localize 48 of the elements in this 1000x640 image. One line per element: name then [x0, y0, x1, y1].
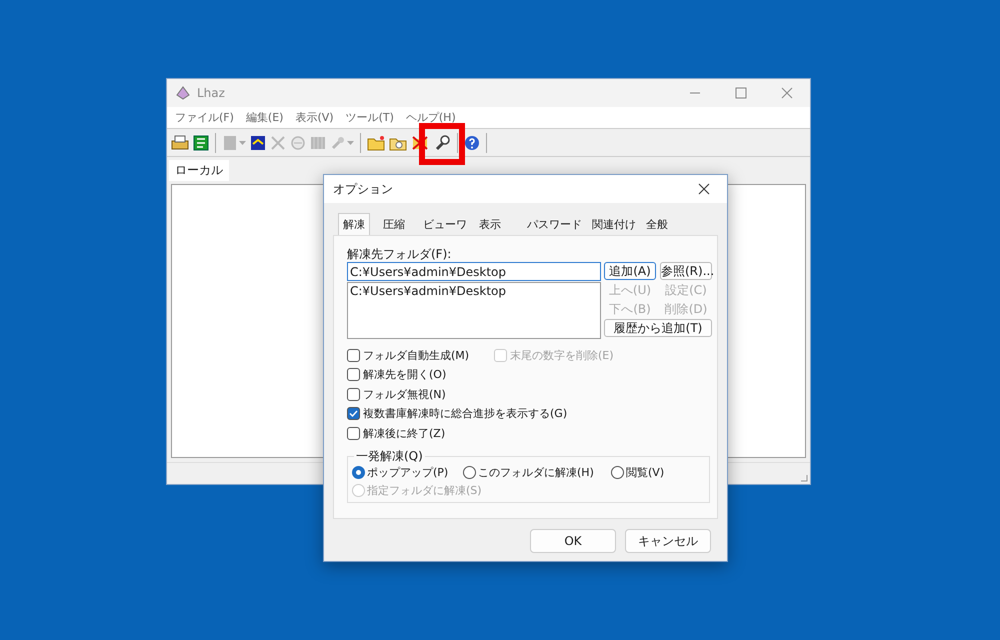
- tab[interactable]: 解凍: [338, 213, 370, 235]
- folder-icon: [367, 134, 385, 150]
- resize-grip-icon: [800, 474, 808, 482]
- menu-item[interactable]: 表示(V): [289, 110, 340, 125]
- tab[interactable]: ビューワ: [418, 213, 472, 235]
- delete-icon: [411, 134, 429, 150]
- side-button[interactable]: 参照(R)...: [660, 262, 712, 280]
- menu-item[interactable]: 編集(E): [240, 110, 290, 125]
- radio-button[interactable]: ポップアップ(P): [352, 464, 448, 480]
- disc-icon: [290, 134, 306, 150]
- radio-button[interactable]: このフォルダに解凍(H): [463, 464, 594, 480]
- tab[interactable]: 関連付け: [587, 213, 641, 235]
- checkbox[interactable]: 解凍後に終了(Z): [347, 426, 446, 441]
- tab[interactable]: ローカル: [169, 160, 229, 181]
- window-title: Lhaz: [197, 86, 226, 100]
- menu-item[interactable]: ヘルプ(H): [400, 110, 462, 125]
- document-icon: [193, 134, 209, 150]
- tab[interactable]: 全般: [641, 213, 673, 235]
- highlight-frame: [419, 122, 465, 164]
- dialog-button[interactable]: OK: [530, 529, 616, 553]
- film-icon: [310, 134, 326, 150]
- checkbox[interactable]: フォルダ自動生成(M): [347, 348, 494, 363]
- menu-item[interactable]: ファイル(F): [169, 110, 240, 125]
- radio-button[interactable]: 閲覧(V): [611, 464, 664, 480]
- field-label: 解凍先フォルダ(F):: [347, 246, 452, 261]
- tab[interactable]: 圧縮: [378, 213, 410, 235]
- document-icon: [222, 134, 238, 150]
- checkbox[interactable]: 解凍先を開く(O): [347, 367, 446, 382]
- checkbox[interactable]: フォルダ無視(N): [347, 386, 446, 402]
- help-icon: [464, 134, 480, 150]
- caret-icon: [347, 140, 354, 144]
- caret-icon: [239, 140, 246, 144]
- menu-item[interactable]: ツール(T): [340, 110, 400, 125]
- checkmark-icon: [349, 410, 358, 418]
- side-button[interactable]: 追加(A): [604, 262, 656, 280]
- list-item[interactable]: C:¥Users¥admin¥Desktop: [350, 284, 506, 298]
- scissors-icon: [270, 134, 286, 150]
- group-label: 一発解凍(Q): [354, 448, 425, 464]
- app-icon: [175, 85, 191, 101]
- dialog-title: オプション: [333, 180, 393, 198]
- history-button[interactable]: 履歴から追加(T): [604, 319, 712, 337]
- checkbox[interactable]: 複数書庫解凍時に総合進捗を表示する(G): [347, 406, 568, 422]
- document-icon: [250, 134, 266, 150]
- input-field[interactable]: C:¥Users¥admin¥Desktop: [347, 262, 601, 281]
- tab[interactable]: パスワード: [522, 213, 587, 235]
- dialog-button[interactable]: キャンセル: [625, 529, 711, 553]
- tab[interactable]: 表示: [474, 213, 506, 235]
- printer-icon: [171, 134, 189, 150]
